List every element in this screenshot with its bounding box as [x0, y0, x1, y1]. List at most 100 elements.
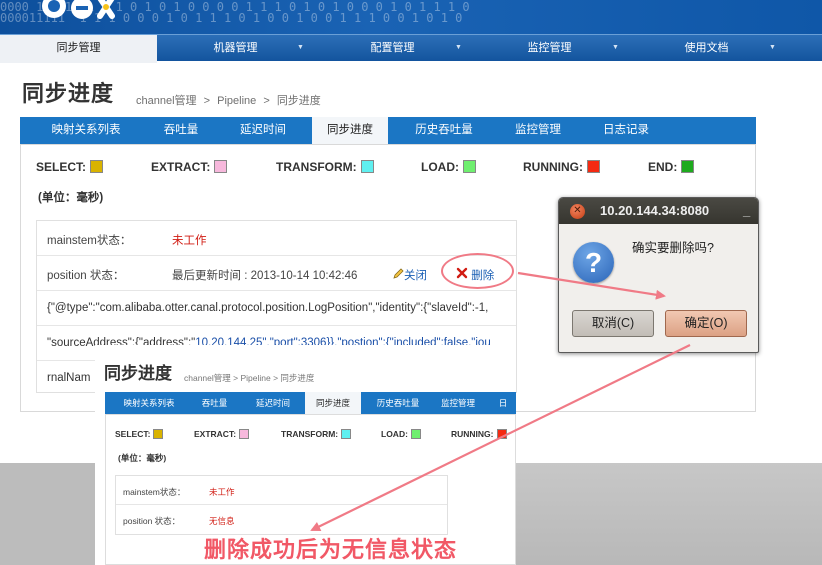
legend-transform: TRANSFORM: — [276, 160, 374, 174]
result-tab-sync-progress: 同步进度 — [305, 392, 361, 414]
legend-swatch — [410, 429, 421, 439]
legend-running: RUNNING: — [523, 160, 600, 174]
legend-swatch — [90, 160, 104, 173]
legend-label: TRANSFORM: — [276, 160, 357, 174]
position-json-line-3: rnalNam — [47, 372, 91, 384]
breadcrumb-separator: > — [263, 95, 270, 107]
legend-label: SELECT: — [36, 160, 87, 174]
legend-swatch — [587, 160, 600, 173]
tab-mapping-list[interactable]: 映射关系列表 — [32, 117, 140, 144]
legend-label: EXTRACT: — [151, 160, 211, 174]
cancel-button[interactable]: 取消(C) — [572, 310, 654, 337]
mainstem-label: mainstem状态： — [47, 235, 132, 247]
dialog-titlebar[interactable]: ✕ 10.20.144.34:8080 _ — [559, 198, 758, 224]
result-tab-delay: 延迟时间 — [255, 398, 290, 408]
mainstem-status: 未工作 — [172, 235, 207, 247]
result-mainstem-row: mainstem状态： 未工作 — [116, 476, 447, 505]
dialog-title: 10.20.144.34:8080 — [600, 203, 710, 218]
topnav-sync-management[interactable]: 同步管理 — [0, 35, 157, 63]
tab-delay[interactable]: 延迟时间 — [222, 117, 304, 144]
sub-tabs: 映射关系列表 吞吐量 延迟时间 同步进度 历史吞吐量 监控管理 日志记录 — [20, 117, 756, 145]
legend-swatch — [360, 160, 374, 173]
topnav-monitor-management[interactable]: 监控管理 — [471, 35, 628, 62]
legend-label: LOAD: — [421, 160, 459, 174]
legend-label: RUNNING: — [523, 160, 583, 174]
result-page-title: 同步进度 — [104, 364, 172, 383]
legend-label: RUNNING: — [451, 429, 494, 439]
legend-label: EXTRACT: — [194, 429, 237, 439]
result-mainstem-label: mainstem状态： — [123, 487, 186, 497]
tab-sync-progress[interactable]: 同步进度 — [312, 117, 388, 145]
legend-swatch — [239, 429, 250, 439]
ok-button[interactable]: 确定(O) — [665, 310, 747, 337]
breadcrumb: channel管理 > Pipeline > 同步进度 — [136, 92, 325, 108]
result-sub-tabs: 映射关系列表 吞吐量 延迟时间 同步进度 历史吞吐量 监控管理 日 — [105, 392, 516, 414]
breadcrumb-separator: > — [203, 95, 211, 107]
legend-label: SELECT: — [115, 429, 151, 439]
legend-load: LOAD: — [421, 160, 476, 174]
question-icon: ? — [573, 242, 614, 283]
legend-swatch — [463, 160, 476, 173]
legend-extract: EXTRACT: — [151, 160, 228, 174]
chevron-down-icon: ▼ — [455, 44, 462, 51]
legend-swatch — [214, 160, 228, 173]
close-link-label: 关闭 — [404, 270, 427, 282]
result-position-status: 无信息 — [209, 516, 235, 526]
tab-monitor[interactable]: 监控管理 — [500, 117, 576, 144]
result-status-box: mainstem状态： 未工作 position 状态： 无信息 — [115, 475, 448, 535]
result-tab-monitor: 监控管理 — [440, 398, 475, 408]
legend-label: END: — [648, 160, 678, 174]
position-json-line-1: {"@type":"com.alibaba.otter.canal.protoc… — [47, 302, 489, 314]
delete-highlight-ellipse — [441, 253, 514, 289]
mainstem-row: mainstem状态： 未工作 — [37, 221, 516, 256]
result-breadcrumb: channel管理 > Pipeline > 同步进度 — [184, 373, 315, 383]
breadcrumb-pipeline[interactable]: Pipeline — [217, 95, 256, 107]
legend-label: TRANSFORM: — [281, 429, 339, 439]
page-title: 同步进度 — [22, 81, 115, 106]
legend-end: END: — [648, 160, 695, 174]
result-legend-transform: TRANSFORM: — [281, 429, 352, 439]
topnav-machine-management[interactable]: 机器管理 — [157, 35, 314, 62]
result-unit-label: (单位：毫秒) — [118, 453, 167, 463]
result-tab-throughput: 吞吐量 — [201, 398, 228, 408]
otter-logo-icon — [42, 0, 115, 19]
breadcrumb-current: 同步进度 — [276, 95, 321, 107]
unit-label: (单位：毫秒) — [38, 192, 104, 204]
legend-swatch — [153, 429, 164, 439]
chevron-down-icon: ▼ — [769, 44, 776, 51]
result-tab-mapping-list: 映射关系列表 — [123, 398, 175, 408]
result-legend-extract: EXTRACT: — [194, 429, 250, 439]
position-json-row: {"@type":"com.alibaba.otter.canal.protoc… — [37, 291, 516, 326]
result-legend-load: LOAD: — [381, 429, 421, 439]
legend-swatch — [341, 429, 352, 439]
result-position-row: position 状态： 无信息 — [116, 505, 447, 534]
legend-swatch — [681, 160, 695, 173]
topnav-config-management[interactable]: 配置管理 — [314, 35, 471, 62]
tab-log[interactable]: 日志记录 — [588, 117, 664, 144]
header-banner: 0000 1 1 1 1 1 1 0 1 0 1 0 0 0 0 1 1 1 0… — [0, 0, 822, 34]
tab-history-throughput[interactable]: 历史吞吐量 — [398, 117, 490, 144]
confirm-delete-dialog: ✕ 10.20.144.34:8080 _ ? 确实要删除吗? 取消(C) 确定… — [558, 197, 759, 353]
chevron-down-icon: ▼ — [297, 44, 304, 51]
breadcrumb-channel[interactable]: channel管理 — [136, 95, 197, 107]
result-mainstem-status: 未工作 — [209, 487, 235, 497]
tab-throughput[interactable]: 吞吐量 — [140, 117, 222, 144]
annotation-caption: 删除成功后为无信息状态 — [204, 537, 458, 562]
dialog-message: 确实要删除吗? — [632, 241, 714, 255]
top-navigation: 同步管理 机器管理 ▼ 配置管理 ▼ 监控管理 ▼ 使用文档 ▼ — [0, 34, 822, 63]
minimize-icon[interactable]: _ — [743, 198, 750, 224]
close-icon[interactable]: ✕ — [570, 204, 585, 219]
close-position-button[interactable]: 关闭 — [393, 267, 427, 283]
legend-label: LOAD: — [381, 429, 408, 439]
legend-select: SELECT: — [36, 160, 104, 174]
result-legend-select: SELECT: — [115, 429, 164, 439]
pencil-icon — [393, 268, 404, 279]
background-gray-right — [516, 463, 822, 565]
result-legend-running: RUNNING: — [451, 429, 507, 439]
legend-swatch — [496, 429, 507, 439]
result-position-label: position 状态： — [123, 516, 181, 526]
topnav-documentation[interactable]: 使用文档 — [628, 35, 785, 62]
position-updated-time: 最后更新时间 : 2013-10-14 10:42:46 — [172, 270, 358, 282]
result-tab-log: 日 — [498, 398, 508, 408]
position-label: position 状态： — [47, 270, 125, 282]
